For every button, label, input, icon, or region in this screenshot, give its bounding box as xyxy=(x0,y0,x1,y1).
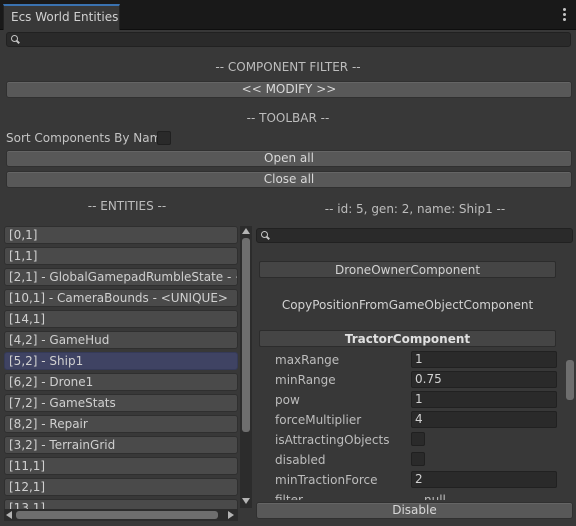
entity-row[interactable]: [14,1] xyxy=(4,310,238,328)
is-attracting-objects-checkbox[interactable] xyxy=(411,432,425,446)
is-attracting-objects-label: isAttractingObjects xyxy=(275,433,390,447)
tractor-component-title: TractorComponent xyxy=(344,332,471,346)
disable-button[interactable]: Disable xyxy=(256,502,573,519)
sort-components-label: Sort Components By Name xyxy=(6,131,169,145)
kebab-menu-icon[interactable] xyxy=(560,7,568,23)
drone-owner-component-title: DroneOwnerComponent xyxy=(334,263,481,277)
entity-row[interactable]: [0,1] xyxy=(4,226,238,244)
entities-header: -- ENTITIES -- xyxy=(87,199,167,213)
entity-row-selected[interactable]: [5,2] - Ship1 xyxy=(4,352,238,370)
min-traction-force-field[interactable]: 2 xyxy=(411,471,557,488)
scroll-left-arrow-icon[interactable] xyxy=(6,511,12,519)
entity-row[interactable]: [13,1] xyxy=(4,499,238,509)
entity-list-vertical-scrollbar[interactable] xyxy=(240,226,252,508)
search-icon xyxy=(261,231,271,241)
entity-row[interactable]: [11,1] xyxy=(4,457,238,475)
entity-row[interactable]: [1,1] xyxy=(4,247,238,265)
component-filter-header: -- COMPONENT FILTER -- xyxy=(215,60,361,74)
close-all-button[interactable]: Close all xyxy=(6,171,572,188)
entity-row[interactable]: [10,1] - CameraBounds - <UNIQUE> xyxy=(4,289,238,307)
force-multiplier-field[interactable]: 4 xyxy=(411,411,557,428)
inspector-header: -- id: 5, gen: 2, name: Ship1 -- xyxy=(324,202,506,216)
search-icon xyxy=(11,35,21,45)
entity-list-horizontal-scrollbar[interactable] xyxy=(4,509,238,521)
component-search-input[interactable] xyxy=(256,228,573,243)
filter-value: null xyxy=(424,493,446,500)
filter-row-clip: filter null xyxy=(258,490,562,500)
entity-row[interactable]: [4,2] - GameHud xyxy=(4,331,238,349)
sort-components-checkbox[interactable] xyxy=(157,131,171,145)
disabled-label: disabled xyxy=(275,453,326,467)
search-input[interactable] xyxy=(6,32,571,47)
entity-list-h-scroll-thumb[interactable] xyxy=(16,511,218,519)
min-traction-force-label: minTractionForce xyxy=(275,473,378,487)
pow-field[interactable]: 1 xyxy=(411,391,557,408)
scroll-down-arrow-icon[interactable] xyxy=(242,498,250,504)
min-range-field[interactable]: 0.75 xyxy=(411,371,557,388)
copy-position-component-title: CopyPositionFromGameObjectComponent xyxy=(281,298,534,312)
pow-label: pow xyxy=(275,393,300,407)
entity-list[interactable]: [0,1] [1,1] [2,1] - GlobalGamepadRumbleS… xyxy=(4,226,238,509)
open-all-button[interactable]: Open all xyxy=(6,150,572,167)
scroll-right-arrow-icon[interactable] xyxy=(228,511,234,519)
entity-list-scroll-thumb[interactable] xyxy=(242,238,250,432)
scroll-up-arrow-icon[interactable] xyxy=(242,228,250,234)
tab-bar: Ecs World Entities xyxy=(0,0,576,30)
modify-button[interactable]: << MODIFY >> xyxy=(6,81,572,98)
entity-row[interactable]: [3,2] - TerrainGrid xyxy=(4,436,238,454)
editor-panel: -- COMPONENT FILTER -- << MODIFY >> -- T… xyxy=(0,30,576,526)
tab-ecs-world-entities[interactable]: Ecs World Entities xyxy=(3,4,120,30)
entity-row[interactable]: [6,2] - Drone1 xyxy=(4,373,238,391)
inspector-scroll-thumb[interactable] xyxy=(566,360,574,400)
entity-row[interactable]: [8,2] - Repair xyxy=(4,415,238,433)
entity-row[interactable]: [2,1] - GlobalGamepadRumbleState - <UNIQ… xyxy=(4,268,238,286)
force-multiplier-label: forceMultiplier xyxy=(275,413,362,427)
max-range-label: maxRange xyxy=(275,353,340,367)
toolbar-header: -- TOOLBAR -- xyxy=(246,111,330,125)
disabled-checkbox[interactable] xyxy=(411,452,425,466)
max-range-field[interactable]: 1 xyxy=(411,351,557,368)
entity-row[interactable]: [7,2] - GameStats xyxy=(4,394,238,412)
inspector-vertical-scrollbar[interactable] xyxy=(564,256,576,500)
min-range-label: minRange xyxy=(275,373,336,387)
entity-row[interactable]: [12,1] xyxy=(4,478,238,496)
filter-label: filter xyxy=(275,493,303,500)
